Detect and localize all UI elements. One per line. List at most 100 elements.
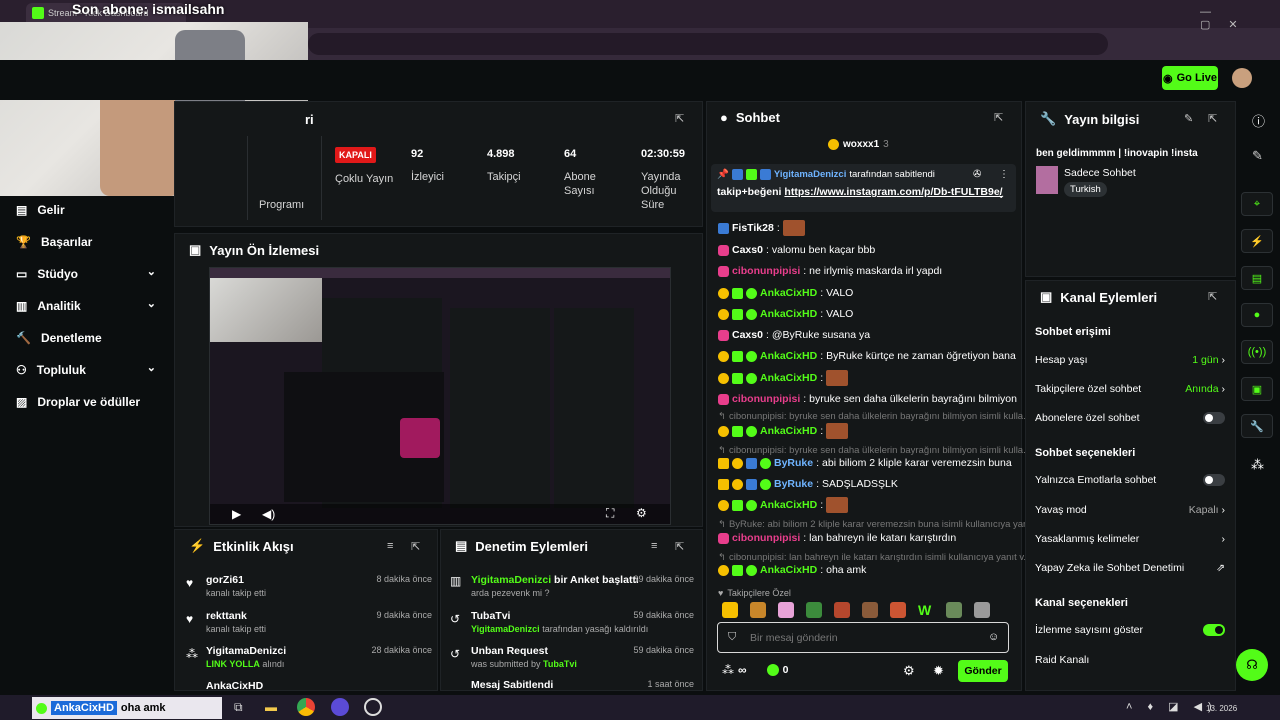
- ai-moderation-row[interactable]: Yapay Zeka ile Sohbet Denetimi ⇗: [1035, 558, 1225, 578]
- verified-icon: [746, 308, 757, 320]
- expand-icon[interactable]: ⇱: [675, 112, 684, 125]
- play-icon[interactable]: ▶: [232, 507, 241, 521]
- emoji-icon[interactable]: ☺: [988, 631, 999, 643]
- show-viewers-toggle[interactable]: [1203, 624, 1225, 636]
- hammer-icon: 🔨: [16, 331, 31, 345]
- chat-user[interactable]: AnkaCixHD: [760, 350, 817, 362]
- sidebar-item-topluluk[interactable]: ⚇ Topluluk ⌄: [16, 359, 166, 381]
- chat-user[interactable]: Caxs0: [732, 244, 763, 256]
- chat-user[interactable]: FisTik28: [732, 222, 774, 234]
- chat-user[interactable]: AnkaCixHD: [760, 287, 817, 299]
- chat-user[interactable]: cibonunpipisi: [732, 393, 800, 405]
- chat-user[interactable]: AnkaCixHD: [760, 308, 817, 320]
- bolt-icon: ⚡: [189, 538, 206, 553]
- toolbox-icon[interactable]: ▣: [1241, 377, 1273, 401]
- settings-icon[interactable]: ⚙: [903, 663, 915, 679]
- target-icon[interactable]: ⌖: [1241, 192, 1273, 216]
- chat-user[interactable]: Caxs0: [732, 329, 763, 341]
- expand-icon[interactable]: ⇱: [675, 540, 684, 553]
- info-icon[interactable]: ⓘ: [1252, 111, 1265, 130]
- section-title: Sohbet seçenekleri: [1035, 447, 1136, 459]
- mod-sub: arda pezevenk mi ?: [471, 588, 550, 598]
- system-tray-icons[interactable]: ˄ ♦ ◪ ◀): [1126, 700, 1218, 713]
- expand-icon[interactable]: ⇱: [994, 111, 1003, 124]
- folder-icon[interactable]: ▬: [265, 700, 277, 714]
- fullscreen-icon[interactable]: ⛶: [606, 506, 614, 521]
- discord-icon[interactable]: [331, 698, 349, 716]
- settings-icon[interactable]: ⚙: [636, 506, 647, 520]
- chat-user[interactable]: AnkaCixHD: [760, 425, 817, 437]
- list-item: ▥ YigitamaDenizci bir Anket başlattı ard…: [450, 572, 694, 602]
- banned-words-row[interactable]: Yasaklanmış kelimeler ›: [1035, 529, 1225, 549]
- go-live-button[interactable]: ◉ Go Live: [1162, 66, 1218, 90]
- emote-icon[interactable]: [862, 602, 878, 618]
- account-age-row[interactable]: Hesap yaşı 1 gün ›: [1035, 350, 1225, 370]
- unpin-icon[interactable]: ✇: [973, 169, 981, 180]
- volume-icon[interactable]: ◀): [262, 507, 275, 521]
- chrome-icon[interactable]: [297, 698, 315, 716]
- chat-user[interactable]: ByRuke: [774, 457, 813, 469]
- chat-text: @ByRuke susana ya: [771, 329, 871, 341]
- emote-icon[interactable]: [974, 602, 990, 618]
- sidebar-item-droplar[interactable]: ▨ Droplar ve ödüller: [16, 391, 166, 413]
- emote-icon[interactable]: [946, 602, 962, 618]
- filter-icon[interactable]: ≡: [651, 540, 657, 552]
- emote-icon[interactable]: [722, 602, 738, 618]
- document-icon[interactable]: ▤: [1241, 266, 1273, 290]
- chat-colon: :: [816, 478, 820, 490]
- kick-logo-icon[interactable]: ⁂: [1251, 457, 1264, 473]
- raid-row[interactable]: Raid Kanalı: [1035, 650, 1225, 670]
- url-field[interactable]: [308, 33, 1108, 55]
- emote-only-toggle[interactable]: [1203, 474, 1225, 486]
- send-button[interactable]: Gönder: [958, 660, 1008, 682]
- bolt-icon[interactable]: ⚡: [1241, 229, 1273, 253]
- section-title: Kanal seçenekleri: [1035, 597, 1128, 609]
- sidebar-item-denetleme[interactable]: 🔨 Denetleme: [16, 327, 166, 349]
- badge-settings-icon[interactable]: ✹: [933, 663, 944, 679]
- obs-icon[interactable]: [364, 698, 382, 716]
- chat-input-box[interactable]: ⛉ Bir mesaj gönderin ☺: [717, 622, 1009, 653]
- window-controls[interactable]: —▢✕: [1200, 6, 1280, 31]
- row-label: Takipçilere özel sohbet: [1035, 383, 1142, 395]
- task-view-icon[interactable]: ⧉: [234, 700, 243, 715]
- chat-input-placeholder[interactable]: Bir mesaj gönderin: [750, 632, 838, 644]
- chat-user[interactable]: cibonunpipisi: [732, 265, 800, 277]
- stream-info-panel: 🔧 Yayın bilgisi ✎ ⇱ ben geldimmmm | !inov…: [1025, 101, 1236, 277]
- expand-icon[interactable]: ⇱: [1208, 112, 1217, 125]
- help-button[interactable]: ☊: [1236, 649, 1268, 681]
- emote-icon[interactable]: [750, 602, 766, 618]
- broadcast-icon[interactable]: ((•)): [1241, 340, 1273, 364]
- avatar[interactable]: [1232, 68, 1252, 88]
- emote-icon[interactable]: [806, 602, 822, 618]
- chat-text: SADŞLADSŞLK: [822, 478, 898, 490]
- emote-icon[interactable]: [778, 602, 794, 618]
- subs-chat-toggle[interactable]: [1203, 412, 1225, 424]
- chat-user[interactable]: AnkaCixHD: [760, 372, 817, 384]
- preview-video[interactable]: ▶ ◀) ⛶ ⚙: [209, 267, 671, 525]
- sidebar-item-analitik[interactable]: ▥ Analitik ⌄: [16, 295, 166, 317]
- top-gifter[interactable]: woxxx1 3: [828, 139, 889, 150]
- pinned-link[interactable]: https://www.instagram.com/p/Db-tFULTB9e/: [784, 186, 1002, 198]
- expand-icon[interactable]: ⇱: [411, 540, 420, 553]
- chat-user[interactable]: AnkaCixHD: [760, 564, 817, 576]
- more-icon[interactable]: ⋮: [999, 169, 1009, 180]
- chat-user[interactable]: AnkaCixHD: [760, 499, 817, 511]
- emote-w-icon[interactable]: W: [918, 602, 934, 618]
- expand-icon[interactable]: ⇱: [1208, 290, 1217, 303]
- chevron-down-icon[interactable]: ⌄: [997, 190, 1005, 201]
- chat-user[interactable]: cibonunpipisi: [732, 532, 800, 544]
- wrench-icon[interactable]: 🔧: [1241, 414, 1273, 438]
- slow-mode-row[interactable]: Yavaş mod Kapalı ›: [1035, 500, 1225, 520]
- sidebar-item-basarilar[interactable]: 🏆 Başarılar: [16, 231, 166, 253]
- category-name[interactable]: Sadece Sohbet: [1064, 167, 1136, 179]
- pencil-icon[interactable]: ✎: [1252, 148, 1263, 164]
- emote-icon[interactable]: [890, 602, 906, 618]
- followers-chat-row[interactable]: Takipçilere özel sohbet Anında ›: [1035, 379, 1225, 399]
- sidebar-item-studyo[interactable]: ▭ Stüdyo ⌄: [16, 263, 166, 285]
- chat-bubble-icon[interactable]: ●: [1241, 303, 1273, 327]
- chat-user[interactable]: ByRuke: [774, 478, 813, 490]
- edit-icon[interactable]: ✎: [1184, 112, 1193, 125]
- filter-icon[interactable]: ≡: [387, 540, 393, 552]
- emote-icon[interactable]: [834, 602, 850, 618]
- sidebar-item-gelir[interactable]: ▤ Gelir: [16, 199, 166, 221]
